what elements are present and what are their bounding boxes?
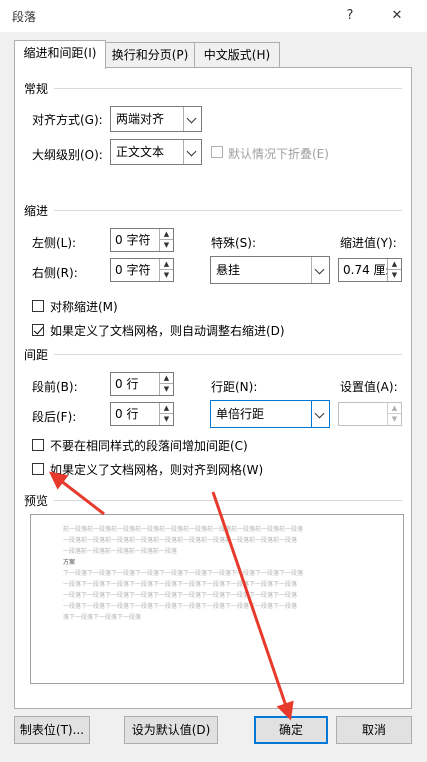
arrow-to-ok: [211, 491, 294, 721]
tab-indents-spacing[interactable]: 缩进和间距(I): [14, 40, 106, 69]
arrow-to-checkbox: [48, 471, 105, 516]
annotation-arrows: [48, 471, 294, 721]
